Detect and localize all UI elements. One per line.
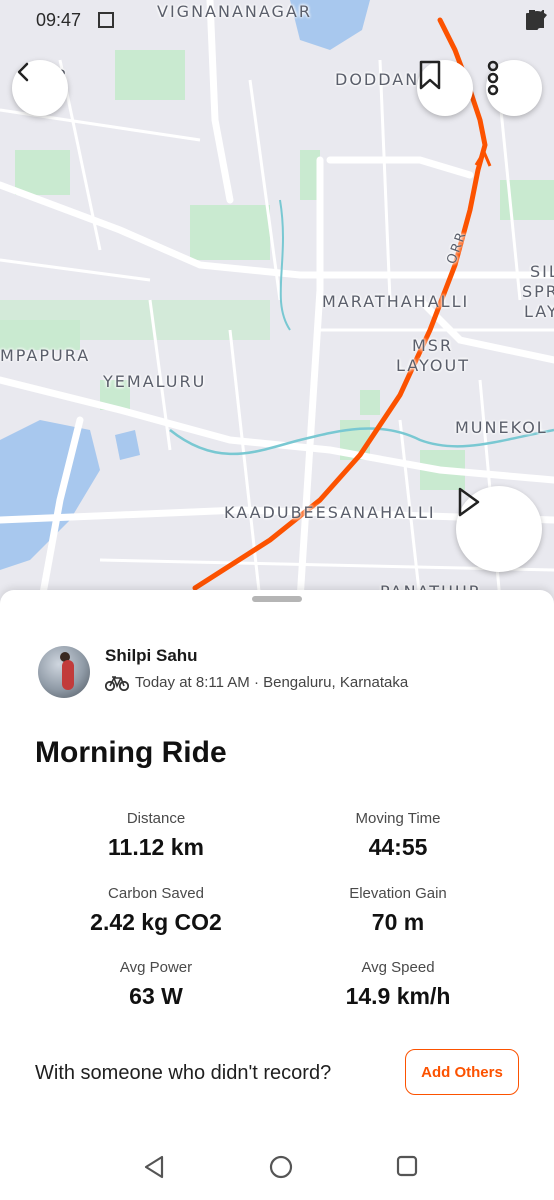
map-label-msr: MSR [412,336,454,355]
stat-moving-time: Moving Time 44:55 [278,810,518,861]
chevron-left-icon [17,62,29,82]
athlete-name[interactable]: Shilpi Sahu [105,646,198,666]
activity-meta-text: Today at 8:11 AM · Bengaluru, Karnataka [135,674,409,691]
system-nav-bar [0,1140,554,1200]
stat-distance: Distance 11.12 km [36,810,276,861]
more-options-button[interactable] [486,60,542,116]
stat-label: Distance [126,810,186,827]
stat-label: Carbon Saved [108,885,204,902]
map-label-layout: LAYOUT [396,356,470,375]
stat-carbon-saved: Carbon Saved 2.42 kg CO2 [36,885,276,936]
stat-elevation-gain: Elevation Gain 70 m [278,885,518,936]
circle-home-icon [269,1155,293,1179]
map-label-sil: SIL [530,262,554,281]
stat-label: Moving Time [355,810,441,827]
map-label-yemaluru: YEMALURU [103,372,207,391]
with-someone-prompt: With someone who didn't record? [35,1062,332,1084]
nav-home-button[interactable] [268,1154,294,1185]
back-button[interactable] [12,60,68,116]
square-recents-icon [396,1155,418,1177]
status-bar: 09:47 [0,0,554,44]
bike-icon [105,675,129,691]
add-others-button[interactable]: Add Others [405,1049,519,1095]
map-label-munekol: MUNEKOL [455,418,548,437]
stat-label: Elevation Gain [349,885,447,902]
map-label-mpapura: MPAPURA [0,346,91,365]
stat-avg-power: Avg Power 63 W [36,959,276,1010]
stat-label: Avg Power [119,959,193,976]
stat-value: 63 W [129,983,183,1009]
stat-avg-speed: Avg Speed 14.9 km/h [278,959,518,1010]
bookmark-button[interactable] [417,60,473,116]
stat-value: 2.42 kg CO2 [90,909,222,935]
stat-value: 14.9 km/h [345,983,451,1009]
map-label-lay: LAY [524,302,554,321]
stat-value: 44:55 [368,834,428,860]
stat-value: 11.12 km [108,834,204,860]
notification-icon [98,12,114,28]
battery-icon [526,10,538,30]
play-flyover-button[interactable] [456,486,542,572]
triangle-back-icon [144,1155,164,1179]
avatar[interactable] [38,646,90,698]
more-vertical-icon [487,60,499,96]
map-label-marathahalli: MARATHAHALLI [322,292,470,311]
activity-meta: Today at 8:11 AM · Bengaluru, Karnataka [105,674,408,691]
activity-title: Morning Ride [35,736,227,769]
map-label-spr: SPR [522,282,554,301]
nav-recents-button[interactable] [395,1154,419,1183]
sheet-drag-handle[interactable] [252,596,302,602]
activity-sheet: Shilpi Sahu Today at 8:11 AM · Bengaluru… [0,590,554,1200]
play-icon [458,487,480,517]
bookmark-icon [419,60,441,90]
route-map[interactable]: VIGNANANAGAR DODDANEN HIAR ORR MARATHAHA… [0,0,554,610]
stat-label: Avg Speed [361,959,435,976]
stat-value: 70 m [371,909,425,935]
map-label-kaadubeesanahalli: KAADUBEESANAHALLI [224,503,436,522]
nav-back-button[interactable] [142,1154,166,1185]
status-time: 09:47 [36,10,82,30]
